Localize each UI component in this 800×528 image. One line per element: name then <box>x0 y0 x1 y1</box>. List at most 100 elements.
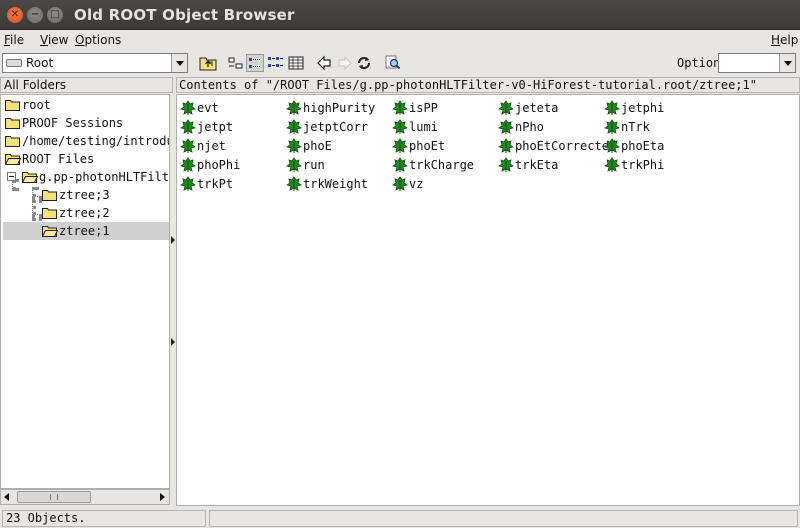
option-combo[interactable] <box>718 53 796 73</box>
details-view-icon <box>288 56 304 70</box>
leaf-label: nPho <box>515 120 544 134</box>
tree-item-root[interactable]: root <box>3 96 169 114</box>
leaf-label: highPurity <box>303 101 376 115</box>
menu-file[interactable]: File <box>4 33 24 47</box>
leaf-label: trkWeight <box>303 177 369 191</box>
location-value: Root <box>26 56 54 70</box>
find-icon <box>385 55 401 70</box>
leaf-label: lumi <box>409 120 438 134</box>
chevron-down-icon[interactable] <box>171 54 187 72</box>
tree-leaf-icon <box>392 176 408 191</box>
leaf-label: run <box>303 158 325 172</box>
folder-icon <box>5 100 20 111</box>
leaf-label: trkCharge <box>409 158 475 172</box>
tree-leaf-icon <box>604 100 620 115</box>
chevron-down-icon[interactable] <box>779 54 795 72</box>
folder-icon <box>42 208 57 219</box>
arrow-right-icon <box>338 55 352 71</box>
tree-leaf-icon <box>392 119 408 134</box>
menu-help[interactable]: Help <box>771 33 798 47</box>
folder-open-icon <box>22 172 38 183</box>
window-title: Old ROOT Object Browser <box>74 6 295 24</box>
scroll-left-icon[interactable] <box>4 493 9 501</box>
large-icons-icon <box>228 57 243 69</box>
leaf-label: jetptCorr <box>303 120 369 134</box>
tree-leaf-icon <box>604 138 620 153</box>
folder-tree[interactable]: root PROOF Sessions /home/testing/introd… <box>0 94 170 489</box>
refresh-icon <box>358 57 370 69</box>
tree-leaf-icon <box>392 100 408 115</box>
tree-leaf-icon <box>286 157 302 172</box>
tree-leaf-icon <box>604 157 620 172</box>
tree-item-ztree-3[interactable]: ztree;3 <box>41 186 169 204</box>
tree-leaf-icon <box>286 176 302 191</box>
details-view-button[interactable] <box>287 54 305 72</box>
all-folders-header: All Folders <box>0 77 173 93</box>
tree-item-root-files[interactable]: ROOT Files <box>3 150 169 168</box>
scroll-right-icon[interactable] <box>160 493 165 501</box>
leaf-label: trkEta <box>515 158 559 172</box>
tree-leaf-icon <box>392 157 408 172</box>
title-bar: ✕ − □ Old ROOT Object Browser <box>0 0 800 30</box>
tree-leaf-icon <box>498 119 514 134</box>
object-list[interactable]: evt highPurity isPP jeteta jetphi jetpt jetptC… <box>176 94 800 506</box>
folder-up-icon <box>199 57 217 71</box>
chevron-right-icon <box>171 236 175 244</box>
scroll-thumb[interactable] <box>17 491 91 503</box>
tree-leaf-icon <box>392 138 408 153</box>
drive-icon <box>6 59 22 67</box>
folder-icon <box>5 118 20 129</box>
leaf-label: vz <box>409 177 424 191</box>
tree-leaf-icon <box>286 138 302 153</box>
leaf-label: njet <box>197 139 226 153</box>
tree-leaf-icon <box>180 119 196 134</box>
tree-item-root-file[interactable]: g.pp-photonHLTFilter-v <box>3 168 169 186</box>
leaf-label: phoEt <box>409 139 446 153</box>
folder-up-button[interactable] <box>199 54 217 72</box>
refresh-button[interactable] <box>355 54 373 72</box>
leaf-label: jetphi <box>621 101 665 115</box>
close-window-button[interactable]: ✕ <box>7 7 23 23</box>
find-button[interactable] <box>384 54 402 72</box>
forward-button[interactable] <box>336 54 354 72</box>
tree-leaf-icon <box>498 138 514 153</box>
maximize-window-button[interactable]: □ <box>47 7 63 23</box>
large-icons-button[interactable] <box>227 54 245 72</box>
menu-options[interactable]: Options <box>75 33 121 47</box>
leaf-label: phoE <box>303 139 332 153</box>
chevron-right-icon <box>171 338 175 346</box>
leaf-label: evt <box>197 101 219 115</box>
tree-leaf-icon <box>604 119 620 134</box>
small-icons-icon <box>249 58 261 68</box>
contents-header: Contents of "/ROOT Files/g.pp-photonHLTF… <box>176 77 800 93</box>
leaf-label: phoPhi <box>197 158 241 172</box>
back-button[interactable] <box>315 54 333 72</box>
tree-leaf-icon <box>180 100 196 115</box>
tree-horizontal-scrollbar[interactable] <box>0 489 170 505</box>
menu-view[interactable]: View <box>40 33 68 47</box>
leaf-label: jetpt <box>197 120 234 134</box>
leaf-label: phoEta <box>621 139 665 153</box>
small-icons-button[interactable] <box>246 54 264 72</box>
leaf-label: trkPhi <box>621 158 665 172</box>
folder-open-icon <box>5 154 21 165</box>
leaf-label: phoEtCorrected <box>515 139 617 153</box>
tree-leaf-icon <box>180 176 196 191</box>
leaf-label: isPP <box>409 101 438 115</box>
minimize-window-button[interactable]: − <box>27 7 43 23</box>
toolbar: Root Option <box>0 51 800 76</box>
leaf-label: nTrk <box>621 120 650 134</box>
object-count: 23 Objects. <box>2 510 206 527</box>
collapse-toggle[interactable] <box>7 172 16 181</box>
tree-item-home-dir[interactable]: /home/testing/introductio <box>3 132 169 150</box>
tree-leaf-icon <box>286 119 302 134</box>
tree-item-proof-sessions[interactable]: PROOF Sessions <box>3 114 169 132</box>
tree-leaf-icon <box>498 157 514 172</box>
menu-bar: File View Options Help <box>0 30 800 50</box>
folder-icon <box>5 136 20 147</box>
tree-item-ztree-1[interactable]: ztree;1 <box>3 222 169 240</box>
list-view-button[interactable] <box>266 54 284 72</box>
folder-open-icon <box>42 226 58 237</box>
location-combo[interactable]: Root <box>2 53 188 73</box>
tree-item-ztree-2[interactable]: ztree;2 <box>41 204 169 222</box>
